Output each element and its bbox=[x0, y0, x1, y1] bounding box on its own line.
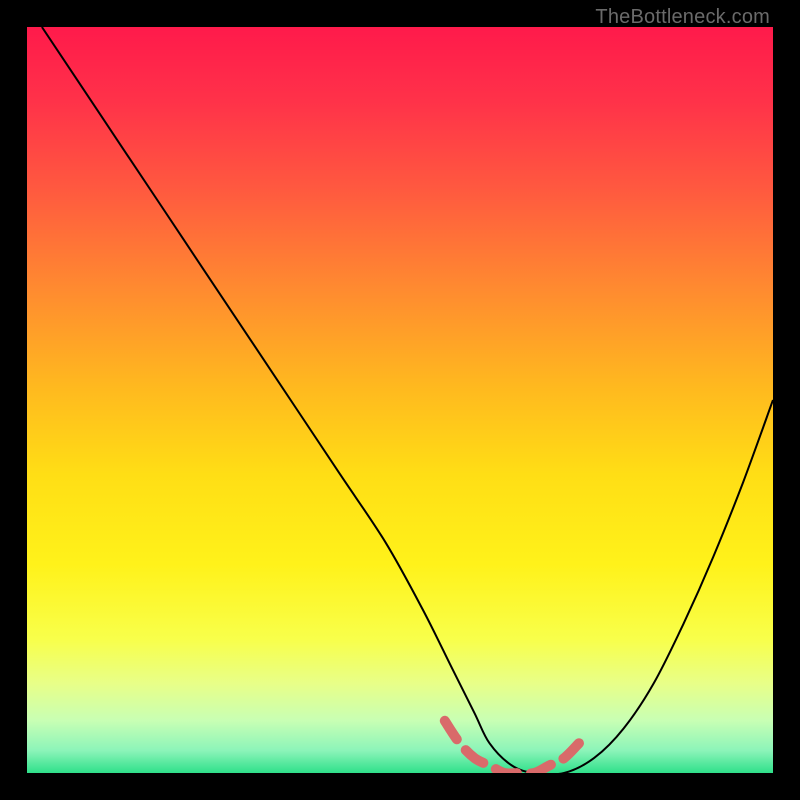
watermark-text: TheBottleneck.com bbox=[595, 6, 770, 29]
bottleneck-curve bbox=[42, 27, 773, 773]
plot-area bbox=[27, 27, 773, 773]
chart-container: TheBottleneck.com bbox=[0, 0, 800, 800]
curve-layer bbox=[27, 27, 773, 773]
